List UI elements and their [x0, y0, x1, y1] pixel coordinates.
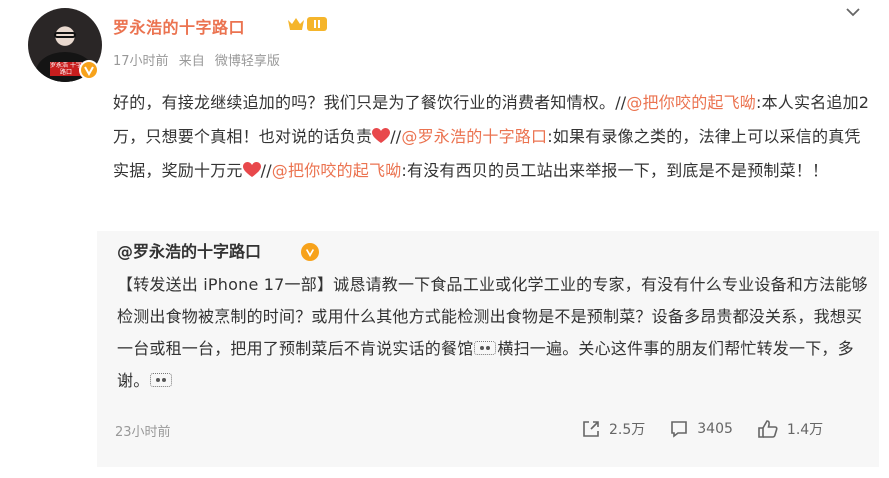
share-count: 2.5万 — [609, 422, 646, 438]
content-text: 好的，有接龙继续追加的吗？我们只是为了餐饮行业的消费者知情权。// — [113, 93, 627, 112]
repost-time[interactable]: 23小时前 — [115, 421, 171, 440]
share-icon — [583, 421, 599, 437]
mention-link[interactable]: @把你咬的起飞呦 — [272, 161, 402, 180]
doge-emoticon-icon — [150, 373, 173, 387]
doge-emoticon-icon — [474, 341, 497, 355]
post-time[interactable]: 17小时前 — [113, 54, 169, 69]
post-meta: 17小时前 来自 微博轻享版 — [113, 50, 286, 69]
author-name[interactable]: 罗永浩的十字路口 — [113, 14, 245, 38]
like-count: 1.4万 — [786, 422, 824, 438]
heart-icon — [372, 128, 391, 143]
verified-badge-icon — [301, 243, 319, 261]
source-prefix: 来自 — [178, 54, 205, 69]
share-button[interactable]: 2.5万 — [581, 419, 645, 439]
avatar-glasses — [54, 32, 76, 38]
content-text: // — [390, 127, 402, 146]
comment-icon — [671, 421, 688, 438]
heart-icon — [242, 162, 261, 177]
comment-button[interactable]: 3405 — [669, 419, 733, 439]
content-text: // — [260, 161, 272, 180]
post-content: 好的，有接龙继续追加的吗？我们只是为了餐饮行业的消费者知情权。//@把你咬的起飞… — [113, 86, 873, 188]
avatar-tag: 罗永浩 十字路口 — [50, 62, 82, 76]
repost-text: 【转发送出 iPhone 17一部】诚恳请教一下食品工业或化学工业的专家，有没有… — [117, 269, 869, 397]
mention-link[interactable]: @把你咬的起飞呦 — [626, 93, 756, 112]
comment-count: 3405 — [697, 421, 733, 437]
action-bar: 2.5万 3405 1.4万 — [581, 417, 823, 441]
weibo-post: 罗永浩 十字路口 罗永浩的十字路口 17小时前 来自 微博轻享版 好的，有接龙继… — [0, 0, 889, 478]
mention-link[interactable]: @罗永浩的十字路口 — [401, 127, 547, 146]
crown-level-badge-icon[interactable] — [287, 14, 327, 34]
reposted-card[interactable]: @罗永浩的十字路口 【转发送出 iPhone 17一部】诚恳请教一下食品工业或化… — [97, 231, 879, 467]
like-icon — [758, 420, 778, 438]
content-text: :有没有西贝的员工站出来举报一下，到底是不是预制菜！！ — [401, 161, 829, 180]
repost-author[interactable]: @罗永浩的十字路口 — [117, 238, 261, 262]
post-source[interactable]: 微博轻享版 — [215, 54, 280, 69]
chevron-down-icon[interactable] — [842, 4, 864, 20]
verified-badge-icon — [79, 60, 99, 80]
like-button[interactable]: 1.4万 — [757, 419, 823, 439]
